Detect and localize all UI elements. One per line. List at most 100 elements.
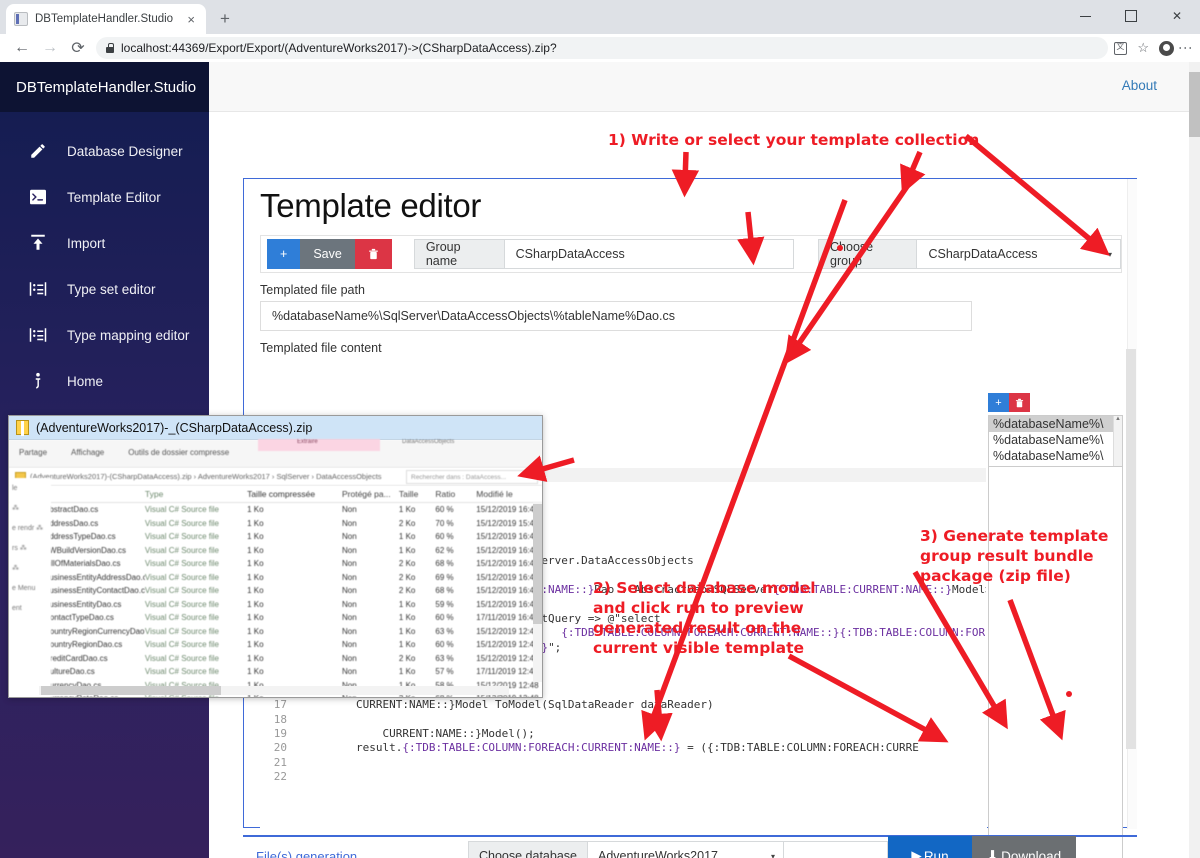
code-line[interactable]: 18 [261, 713, 986, 727]
column-header-taille[interactable]: Taille [399, 489, 436, 499]
fold-toggle-icon[interactable] [295, 713, 303, 727]
sidebar-item-home[interactable]: Home [0, 358, 209, 404]
browser-menu-icon[interactable]: ⋮ [1178, 41, 1194, 55]
browser-tab[interactable]: DBTemplateHandler.Studio × [6, 4, 206, 34]
address-bar[interactable]: localhost:44369/Export/Export/(Adventure… [96, 37, 1109, 59]
code-line[interactable]: 21 [261, 756, 986, 770]
nav-pane-item[interactable]: rs ⁂ [9, 538, 51, 558]
bookmark-star-icon[interactable]: ☆ [1137, 40, 1149, 56]
table-row[interactable]: AddressTypeDao.cs Visual C# Source file 1 … [9, 530, 542, 544]
column-header-modifie[interactable]: Modifié le [476, 489, 542, 499]
tab-close-icon[interactable]: × [184, 11, 198, 28]
ratio: 68 % [435, 559, 454, 569]
translate-icon[interactable] [1114, 41, 1128, 55]
compressed-size: 1 Ko [247, 559, 264, 569]
zip-explorer-window[interactable]: (AdventureWorks2017)-_(CSharpDataAccess)… [8, 415, 543, 698]
code-line[interactable]: 22 [261, 770, 986, 784]
ribbon-tab-partage[interactable]: Partage [19, 448, 47, 457]
reload-icon[interactable]: ⟳ [64, 34, 92, 62]
new-tab-button[interactable]: + [214, 9, 236, 31]
delete-button[interactable] [354, 239, 392, 269]
about-link[interactable]: About [1122, 78, 1157, 93]
window-maximize-button[interactable] [1108, 0, 1154, 32]
choose-database-select[interactable]: AdventureWorks2017 ▾ [588, 841, 784, 858]
explorer-nav-pane[interactable]: le ⁂ e rendr ⁂ rs ⁂ ⁂ e Menu ent [9, 478, 51, 697]
column-header-ratio[interactable]: Ratio [435, 489, 476, 499]
nav-pane-item[interactable]: ⁂ [9, 498, 51, 518]
choose-group-select[interactable]: CSharpDataAccess ▾ [917, 239, 1121, 269]
code-line[interactable]: 19 CURRENT:NAME::}Model(); [261, 727, 986, 741]
column-header-taille-compressee[interactable]: Taille compressée [247, 489, 342, 499]
explorer-address-bar[interactable]: (AdventureWorks2017)-(CSharpDataAccess).… [9, 468, 542, 486]
path-list-scrollbar[interactable] [1113, 416, 1122, 466]
run-button[interactable]: ▶ Run [888, 836, 972, 858]
ratio: 70 % [435, 518, 454, 528]
code-line[interactable]: 17 CURRENT:NAME::}Model ToModel(SqlDataR… [261, 698, 986, 712]
fold-toggle-icon[interactable] [295, 756, 303, 770]
save-button[interactable]: Save [300, 239, 355, 269]
list-item[interactable]: %databaseName%\ [989, 448, 1122, 464]
list-item[interactable]: %databaseName%\ [989, 432, 1122, 448]
add-template-button[interactable]: + [267, 239, 301, 269]
sidebar-item-import[interactable]: Import [0, 220, 209, 266]
table-row[interactable]: CountryRegionDao.cs Visual C# Source file… [9, 638, 542, 652]
table-row[interactable]: AbstractDao.cs Visual C# Source file 1 Ko N… [9, 503, 542, 517]
add-path-button[interactable]: + [988, 393, 1009, 412]
explorer-hscroll-thumb[interactable] [41, 686, 221, 695]
page-vertical-scrollbar[interactable] [1189, 62, 1200, 858]
ribbon-extract-tab[interactable] [258, 439, 380, 451]
explorer-file-list[interactable]: AbstractDao.cs Visual C# Source file 1 Ko N… [9, 503, 542, 697]
ribbon-tab-affichage[interactable]: Affichage [71, 448, 104, 457]
page-vscroll-thumb[interactable] [1189, 72, 1200, 137]
sidebar-item-type-set-editor[interactable]: Type set editor [0, 266, 209, 312]
table-row[interactable]: CountryRegionCurrencyDao.cs Visual C# Sou… [9, 625, 542, 639]
templated-file-path-input[interactable]: %databaseName%\SqlServer\DataAccessObjec… [260, 301, 972, 331]
annotation-a2: 2) Select database model and click run to… [593, 579, 816, 657]
table-row[interactable]: BusinessEntityContactDao.cs Visual C# Sou… [9, 584, 542, 598]
back-icon[interactable]: ← [8, 34, 36, 62]
fold-toggle-icon[interactable] [295, 727, 303, 741]
app-brand[interactable]: DBTemplateHandler.Studio [0, 62, 209, 112]
ribbon-tab-outils[interactable]: Outils de dossier compresse [128, 448, 229, 457]
nav-pane-item[interactable]: ⁂ [9, 558, 51, 578]
table-row[interactable]: CultureDao.cs Visual C# Source file 1 Ko No… [9, 665, 542, 679]
table-row[interactable]: AWBuildVersionDao.cs Visual C# Source fil… [9, 544, 542, 558]
sidebar-item-type-mapping-editor[interactable]: Type mapping editor [0, 312, 209, 358]
table-row[interactable]: BusinessEntityAddressDao.cs Visual C# Sou… [9, 571, 542, 585]
group-name-input[interactable]: CSharpDataAccess [504, 239, 795, 269]
download-button[interactable]: ⬇ Download [972, 836, 1076, 858]
nav-pane-item[interactable]: e Menu [9, 578, 51, 598]
forward-icon[interactable]: → [36, 34, 64, 62]
sidebar-item-database-designer[interactable]: Database Designer [0, 128, 209, 174]
table-row[interactable]: CreditCardDao.cs Visual C# Source file 1 K… [9, 652, 542, 666]
nav-pane-item[interactable]: le [9, 478, 51, 498]
fold-toggle-icon[interactable] [295, 741, 303, 755]
crud-button-group: + Save [267, 239, 392, 269]
explorer-search-input[interactable]: Rechercher dans : DataAccess... [406, 470, 538, 484]
code-line[interactable]: 20 result.{:TDB:TABLE:COLUMN:FOREACH:CUR… [261, 741, 986, 755]
column-header-type[interactable]: Type [145, 489, 247, 499]
fold-toggle-icon[interactable] [295, 698, 303, 712]
compressed-size: 1 Ko [247, 505, 264, 515]
table-row[interactable]: BusinessEntityDao.cs Visual C# Source fil… [9, 598, 542, 612]
table-row[interactable]: AddressDao.cs Visual C# Source file 1 Ko No… [9, 517, 542, 531]
table-row[interactable]: ContactTypeDao.cs Visual C# Source file 1 … [9, 611, 542, 625]
fold-toggle-icon[interactable] [295, 770, 303, 784]
ratio: 69 % [435, 572, 454, 582]
delete-path-button[interactable] [1009, 393, 1030, 412]
window-close-button[interactable]: ✕ [1154, 0, 1200, 32]
card-vscroll-thumb[interactable] [1126, 349, 1136, 749]
column-header-protege[interactable]: Protégé pa... [342, 489, 399, 499]
file-size: 2 Ko [398, 572, 416, 582]
window-minimize-button[interactable] [1062, 0, 1108, 32]
list-item[interactable]: %databaseName%\ [989, 416, 1122, 432]
code-text: CURRENT:NAME::}Model ToModel(SqlDataRead… [303, 698, 714, 712]
table-row[interactable]: BillOfMaterialsDao.cs Visual C# Source fi… [9, 557, 542, 571]
nav-pane-item[interactable]: e rendr ⁂ [9, 518, 51, 538]
profile-avatar-icon[interactable] [1159, 40, 1174, 56]
sidebar-item-label: Type set editor [67, 281, 156, 297]
nav-pane-item[interactable]: ent [9, 598, 51, 618]
explorer-vscroll-thumb[interactable] [533, 504, 542, 624]
template-path-list[interactable]: %databaseName%\ %databaseName%\ %databas… [988, 415, 1123, 467]
sidebar-item-template-editor[interactable]: Template Editor [0, 174, 209, 220]
